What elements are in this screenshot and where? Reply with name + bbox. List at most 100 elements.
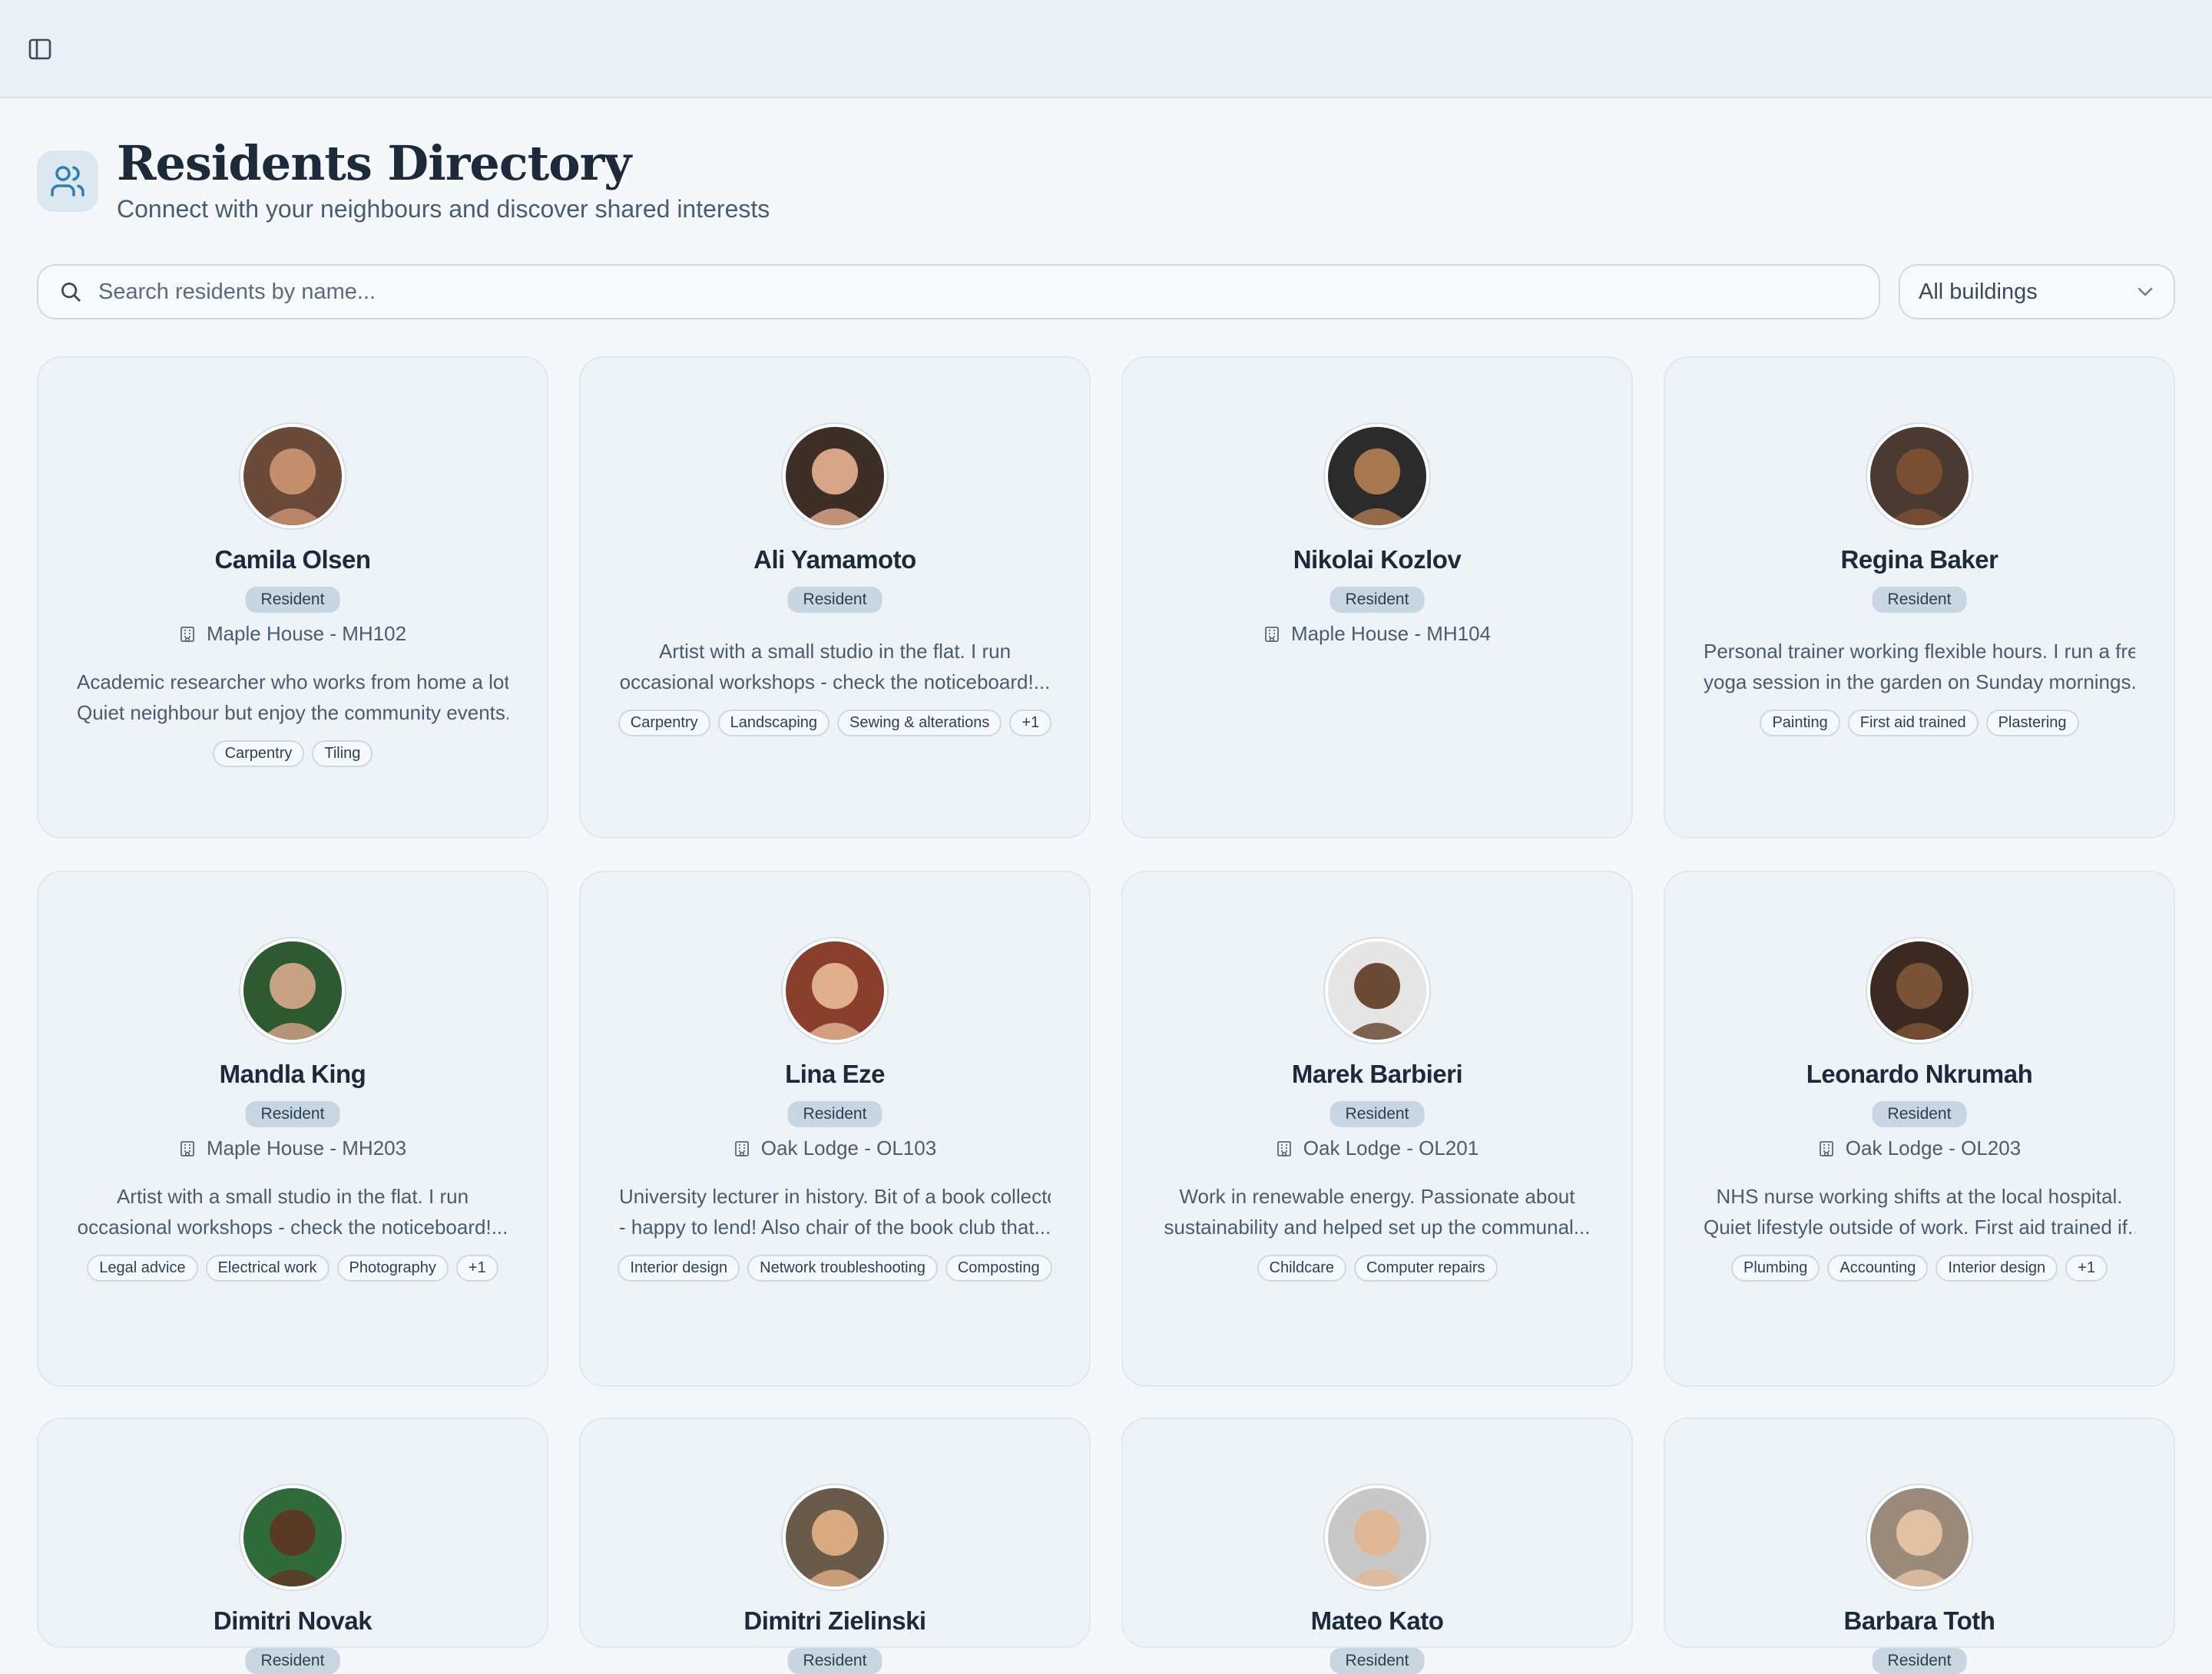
avatar	[783, 938, 887, 1043]
skill-tag: Interior design	[1936, 1255, 2058, 1282]
resident-name: Barbara Toth	[1843, 1606, 1995, 1635]
resident-name: Mateo Kato	[1310, 1606, 1444, 1635]
bio-line: sustainability and helped set up the com…	[1164, 1216, 1591, 1239]
role-badge: Resident	[787, 1648, 882, 1674]
resident-name: Nikolai Kozlov	[1293, 545, 1462, 574]
sidebar-toggle-icon	[28, 38, 51, 60]
avatar	[1325, 424, 1429, 528]
building-icon	[179, 626, 196, 643]
skill-tags: Childcare Computer repairs	[1146, 1255, 1608, 1282]
bio-line: Quiet lifestyle outside of work. First a…	[1704, 1216, 2135, 1239]
avatar	[1867, 938, 1972, 1043]
resident-card[interactable]: Camila Olsen Resident Maple House - MH102 A…	[37, 356, 548, 839]
resident-bio: NHS nurse working shifts at the local ho…	[1704, 1181, 2135, 1242]
bio-line: Academic researcher who works from home …	[77, 670, 508, 693]
resident-building: Maple House - MH203	[38, 1136, 547, 1160]
bio-line: Artist with a small studio in the flat. …	[658, 640, 1012, 663]
resident-card[interactable]: Marek Barbieri Resident Oak Lodge - OL201 W…	[1121, 871, 1633, 1387]
building-label: Maple House - MH203	[206, 1136, 407, 1160]
resident-bio: Personal trainer working flexible hours.…	[1704, 636, 2135, 697]
role-badge: Resident	[1330, 1101, 1425, 1127]
bio-line: occasional workshops - check the noticeb…	[619, 670, 1051, 693]
skill-tags: Carpentry Tiling	[61, 740, 524, 767]
avatar	[783, 1485, 887, 1590]
skill-tag: Landscaping	[717, 710, 830, 736]
resident-card[interactable]: Dimitri Novak Resident	[37, 1418, 548, 1674]
resident-bio: University lecturer in history. Bit of a…	[619, 1181, 1051, 1242]
resident-building: Oak Lodge - OL103	[581, 1136, 1089, 1160]
sidebar-toggle-button[interactable]	[23, 34, 57, 65]
resident-card[interactable]: Barbara Toth Resident	[1664, 1418, 2175, 1674]
resident-bio: Artist with a small studio in the flat. …	[77, 1181, 508, 1242]
resident-name: Ali Yamamoto	[753, 545, 916, 574]
search-bar[interactable]	[37, 264, 1880, 319]
resident-building: Maple House - MH102	[38, 622, 547, 646]
role-badge: Resident	[245, 587, 340, 613]
building-icon	[1263, 626, 1280, 643]
role-badge: Resident	[787, 587, 882, 613]
resident-card[interactable]: Lina Eze Resident Oak Lodge - OL103 Univers…	[579, 871, 1091, 1387]
resident-building: Maple House - MH104	[1123, 622, 1631, 646]
building-label: Maple House - MH102	[206, 622, 407, 645]
avatar	[1325, 1485, 1429, 1590]
avatar	[240, 938, 345, 1043]
avatar	[240, 424, 345, 528]
avatar	[240, 1485, 345, 1590]
avatar	[1867, 1485, 1972, 1590]
bio-line: Artist with a small studio in the flat. …	[116, 1185, 469, 1208]
avatar	[1325, 938, 1429, 1043]
resident-bio: Artist with a small studio in the flat. …	[619, 636, 1051, 697]
resident-card[interactable]: Regina Baker Resident Personal trainer wor…	[1664, 356, 2175, 839]
building-filter-value: All buildings	[1919, 279, 2038, 304]
resident-name: Leonardo Nkrumah	[1806, 1060, 2033, 1088]
resident-card[interactable]: Leonardo Nkrumah Resident Oak Lodge - OL20…	[1664, 871, 2175, 1387]
building-label: Oak Lodge - OL103	[760, 1136, 937, 1160]
bio-line: University lecturer in history. Bit of a…	[619, 1185, 1051, 1208]
resident-bio: Work in renewable energy. Passionate abo…	[1161, 1181, 1593, 1242]
resident-card[interactable]: Nikolai Kozlov Resident Maple House - MH10…	[1121, 356, 1633, 839]
resident-building: Oak Lodge - OL203	[1665, 1136, 2174, 1160]
building-filter-select[interactable]: All buildings	[1899, 264, 2175, 319]
chevron-down-icon	[2137, 287, 2153, 296]
avatar	[783, 424, 887, 528]
building-label: Maple House - MH104	[1290, 622, 1492, 645]
search-input[interactable]	[98, 279, 1849, 305]
skill-tag: Carpentry	[618, 710, 710, 736]
building-icon	[179, 1140, 196, 1157]
resident-card[interactable]: Ali Yamamoto Resident Artist with a small …	[579, 356, 1091, 839]
bio-line: Quiet neighbour but enjoy the community …	[77, 701, 508, 724]
avatar	[1867, 424, 1972, 528]
resident-card[interactable]: Mandla King Resident Maple House - MH203 Ar…	[37, 871, 548, 1387]
skill-tag: Legal advice	[87, 1255, 198, 1282]
resident-name: Marek Barbieri	[1291, 1060, 1463, 1088]
skill-tag: Plastering	[1985, 710, 2079, 736]
users-icon	[37, 151, 98, 212]
resident-name: Camila Olsen	[214, 545, 371, 574]
role-badge: Resident	[245, 1101, 340, 1127]
resident-name: Dimitri Zielinski	[743, 1606, 926, 1635]
resident-card[interactable]: Dimitri Zielinski Resident	[579, 1418, 1091, 1674]
building-icon	[1276, 1140, 1293, 1157]
building-icon	[733, 1140, 750, 1157]
skill-tags: Plumbing Accounting Interior design +1	[1688, 1255, 2151, 1282]
more-skills-tag: +1	[2065, 1255, 2108, 1282]
resident-name: Dimitri Novak	[213, 1606, 373, 1635]
skill-tag: Carpentry	[212, 740, 305, 767]
page-header: Residents Directory Connect with your ne…	[37, 135, 2175, 227]
role-badge: Resident	[1330, 587, 1425, 613]
skill-tag: Tiling	[312, 740, 373, 767]
building-label: Oak Lodge - OL201	[1303, 1136, 1479, 1160]
bio-line: Work in renewable energy. Passionate abo…	[1179, 1185, 1575, 1208]
bio-line: NHS nurse working shifts at the local ho…	[1716, 1185, 2123, 1208]
more-skills-tag: +1	[1009, 710, 1052, 736]
resident-name: Mandla King	[219, 1060, 366, 1088]
bio-line: occasional workshops - check the noticeb…	[77, 1216, 508, 1239]
resident-bio: Academic researcher who works from home …	[77, 667, 508, 728]
skill-tag: Interior design	[618, 1255, 740, 1282]
role-badge: Resident	[787, 1101, 882, 1127]
skill-tag: Computer repairs	[1353, 1255, 1498, 1282]
top-bar	[0, 0, 2212, 98]
skill-tags: Interior design Network troubleshooting Co…	[604, 1255, 1066, 1282]
skill-tag: Sewing & alterations	[837, 710, 1002, 736]
resident-card[interactable]: Mateo Kato Resident	[1121, 1418, 1633, 1674]
